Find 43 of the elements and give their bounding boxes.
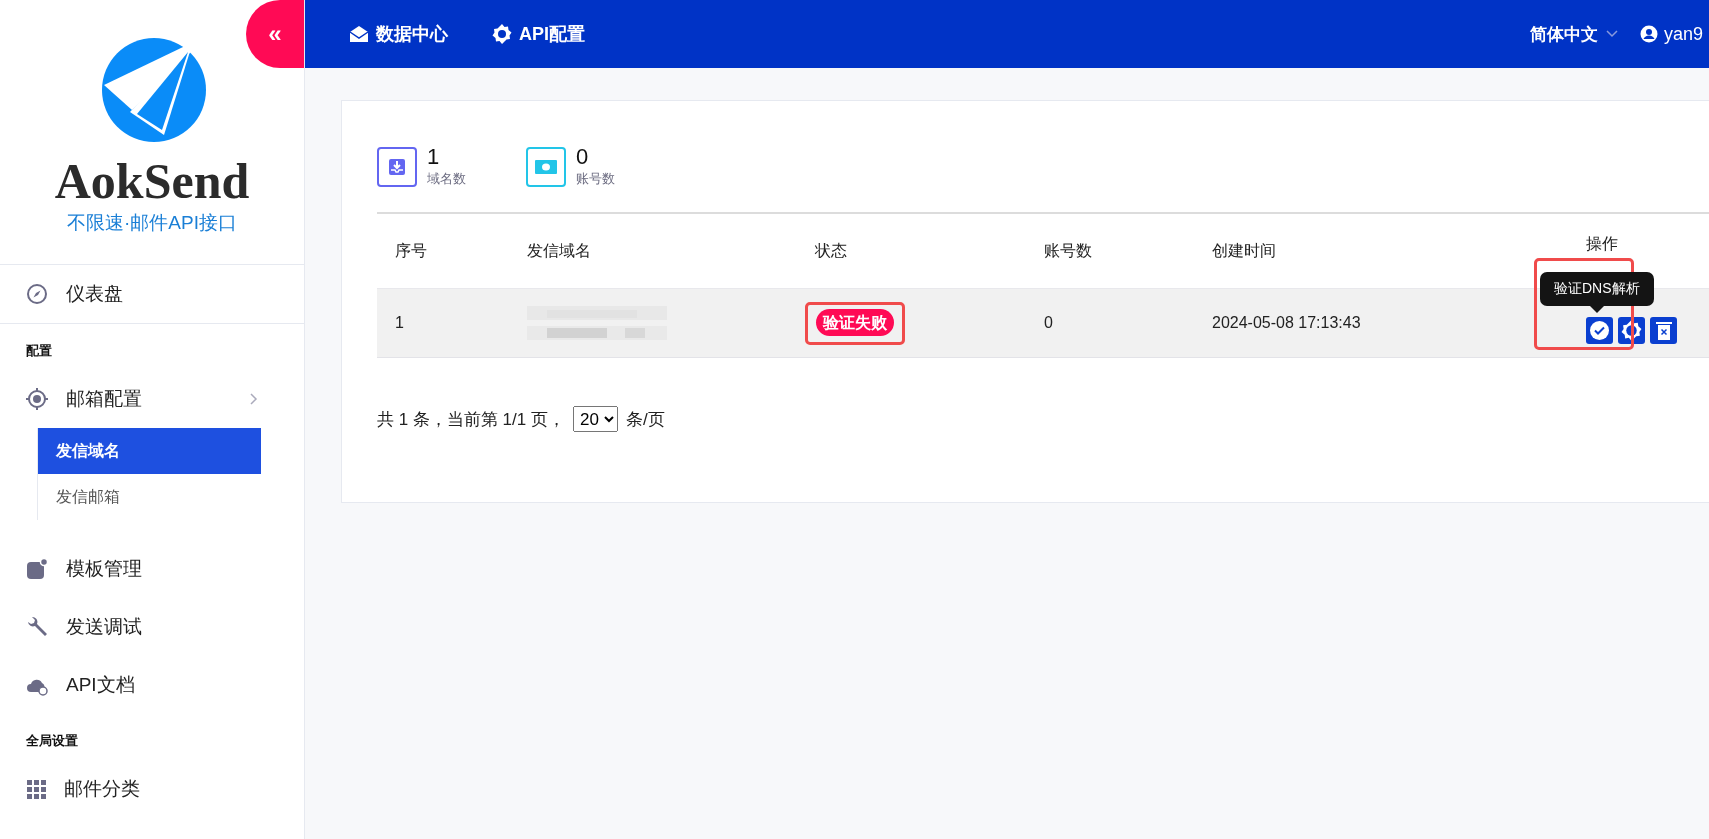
banknote-icon bbox=[535, 160, 557, 174]
sidebar-item[interactable]: API文档 bbox=[0, 656, 304, 714]
target-icon bbox=[26, 388, 48, 410]
sidebar-subitem[interactable]: 发信域名 bbox=[38, 428, 261, 474]
delete-button[interactable] bbox=[1650, 316, 1677, 344]
user-menu[interactable]: yan9 bbox=[1639, 23, 1703, 45]
sidebar-section-title: 配置 bbox=[25, 342, 53, 360]
table-cell: 2024-05-08 17:13:43 bbox=[1194, 289, 1524, 358]
collapse-button[interactable]: « bbox=[246, 0, 304, 68]
note-icon bbox=[26, 558, 48, 580]
settings-button[interactable] bbox=[1618, 316, 1645, 344]
stat-label: 域名数 bbox=[427, 170, 466, 188]
top-nav-link[interactable]: API配置 bbox=[492, 22, 585, 46]
stat-value: 1 bbox=[427, 146, 441, 168]
stat-label: 账号数 bbox=[576, 170, 615, 188]
table-cell: 0 bbox=[1026, 289, 1194, 358]
sidebar-item[interactable]: 模板管理 bbox=[0, 540, 304, 598]
pagination-summary: 共 1 条，当前第 1/1 页， bbox=[377, 408, 565, 431]
top-nav-link[interactable]: 数据中心 bbox=[349, 22, 448, 46]
chevron-down-icon bbox=[1605, 30, 1618, 38]
tooltip: 验证DNS解析 bbox=[1540, 272, 1654, 313]
logo-tagline: 不限速·邮件API接口 bbox=[67, 211, 237, 235]
language-selector[interactable]: 简体中文 bbox=[1529, 22, 1618, 46]
sidebar-item[interactable]: 仪表盘 bbox=[0, 265, 304, 324]
settings-icon bbox=[492, 24, 512, 44]
status-badge: 验证失败 bbox=[816, 308, 894, 336]
stat-value: 0 bbox=[576, 146, 590, 168]
compass-icon bbox=[26, 283, 48, 305]
sidebar-item[interactable]: 邮箱配置 bbox=[0, 370, 304, 428]
inbox-icon bbox=[388, 158, 406, 176]
user-icon bbox=[1639, 25, 1658, 43]
table-cell: 1 bbox=[377, 289, 509, 358]
logo-name: AokSend bbox=[54, 156, 250, 206]
sidebar-subitem[interactable]: 发信邮箱 bbox=[38, 474, 261, 520]
sidebar-item[interactable]: 发送调试 bbox=[0, 598, 304, 656]
sidebar-section-title: 全局设置 bbox=[25, 732, 79, 750]
page-size-select[interactable]: 20 bbox=[573, 406, 618, 432]
sidebar-item[interactable]: 邮件分类 bbox=[0, 760, 304, 818]
pagination-unit: 条/页 bbox=[626, 408, 665, 431]
verify-button[interactable] bbox=[1586, 316, 1613, 344]
mail-icon bbox=[349, 25, 369, 43]
wrench-icon bbox=[26, 616, 48, 638]
grid-icon bbox=[26, 779, 46, 799]
